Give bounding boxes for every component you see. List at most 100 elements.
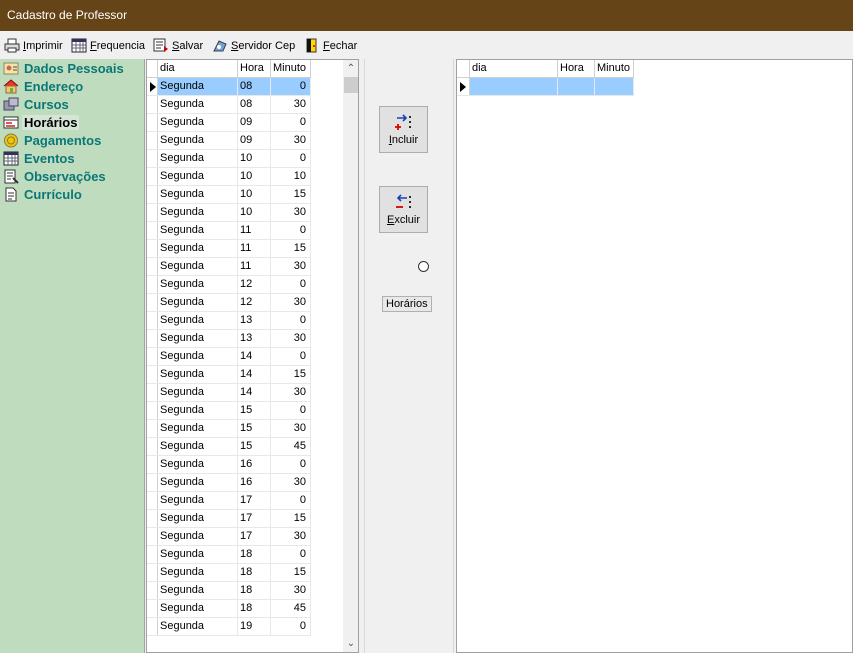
cell-dia[interactable]: Segunda (158, 78, 238, 95)
cell-dia[interactable]: Segunda (158, 528, 238, 545)
table-row[interactable]: Segunda 12 30 (147, 294, 311, 312)
scroll-down-icon[interactable]: ⌄ (343, 635, 358, 652)
cell-minuto[interactable]: 0 (271, 78, 311, 95)
vertical-scrollbar[interactable]: ⌃ ⌄ (343, 60, 358, 652)
cell-hora[interactable]: 17 (238, 510, 271, 527)
table-row[interactable]: Segunda 10 10 (147, 168, 311, 186)
cell-dia[interactable]: Segunda (158, 492, 238, 509)
cell-hora[interactable]: 18 (238, 600, 271, 617)
cell-hora[interactable]: 13 (238, 312, 271, 329)
cell-dia[interactable]: Segunda (158, 600, 238, 617)
cell-hora[interactable]: 12 (238, 294, 271, 311)
cell-dia[interactable]: Segunda (158, 240, 238, 257)
table-row[interactable]: Segunda 10 30 (147, 204, 311, 222)
cell-minuto[interactable]: 30 (271, 384, 311, 401)
cell-hora[interactable]: 11 (238, 222, 271, 239)
cell-dia[interactable]: Segunda (158, 348, 238, 365)
cell-dia[interactable]: Segunda (158, 618, 238, 635)
sidebar-item-pagamentos[interactable]: Pagamentos (3, 132, 101, 149)
cell-dia[interactable]: Segunda (158, 582, 238, 599)
close-button[interactable]: Fechar (304, 37, 357, 54)
scroll-up-icon[interactable]: ⌃ (343, 60, 358, 77)
cell-minuto[interactable]: 0 (271, 402, 311, 419)
cell-minuto[interactable]: 0 (271, 546, 311, 563)
sidebar-item-horarios[interactable]: Horários (3, 114, 80, 131)
cell-hora[interactable]: 08 (238, 96, 271, 113)
cell-minuto[interactable]: 45 (271, 600, 311, 617)
table-row[interactable]: Segunda 17 30 (147, 528, 311, 546)
table-row[interactable]: Segunda 16 30 (147, 474, 311, 492)
cell-hora[interactable]: 09 (238, 114, 271, 131)
frequency-button[interactable]: Frequencia (71, 37, 145, 54)
cell-dia[interactable]: Segunda (158, 366, 238, 383)
table-row[interactable]: Segunda 14 30 (147, 384, 311, 402)
cell-hora[interactable]: 13 (238, 330, 271, 347)
save-button[interactable]: Salvar (153, 37, 203, 54)
table-row[interactable]: Segunda 09 30 (147, 132, 311, 150)
cell-hora[interactable]: 14 (238, 384, 271, 401)
cell-hora[interactable]: 14 (238, 366, 271, 383)
table-row[interactable]: Segunda 10 15 (147, 186, 311, 204)
cell-dia[interactable]: Segunda (158, 384, 238, 401)
table-row[interactable]: Segunda 11 30 (147, 258, 311, 276)
cell-dia[interactable]: Segunda (158, 474, 238, 491)
column-header-dia[interactable]: dia (158, 60, 238, 77)
scroll-thumb[interactable] (344, 77, 358, 93)
table-row[interactable]: Segunda 14 0 (147, 348, 311, 366)
table-row[interactable]: Segunda 08 0 (147, 78, 311, 96)
cell-minuto[interactable]: 30 (271, 582, 311, 599)
cell-dia[interactable]: Segunda (158, 330, 238, 347)
cell-dia[interactable] (470, 78, 558, 95)
sidebar-item-observacoes[interactable]: Observações (3, 168, 106, 185)
cell-minuto[interactable]: 30 (271, 420, 311, 437)
cell-dia[interactable]: Segunda (158, 546, 238, 563)
cell-hora[interactable]: 14 (238, 348, 271, 365)
cell-hora[interactable]: 11 (238, 240, 271, 257)
sidebar-item-dados-pessoais[interactable]: Dados Pessoais (3, 60, 124, 77)
cell-hora[interactable]: 18 (238, 582, 271, 599)
cell-hora[interactable]: 19 (238, 618, 271, 635)
cell-dia[interactable]: Segunda (158, 114, 238, 131)
cell-hora[interactable]: 10 (238, 186, 271, 203)
cell-hora[interactable]: 18 (238, 546, 271, 563)
cell-dia[interactable]: Segunda (158, 510, 238, 527)
table-row[interactable]: Segunda 19 0 (147, 618, 311, 636)
cell-minuto[interactable]: 15 (271, 510, 311, 527)
cell-dia[interactable]: Segunda (158, 564, 238, 581)
cell-minuto[interactable]: 30 (271, 204, 311, 221)
cell-dia[interactable]: Segunda (158, 276, 238, 293)
cell-minuto[interactable]: 0 (271, 348, 311, 365)
cell-dia[interactable]: Segunda (158, 150, 238, 167)
table-row[interactable]: Segunda 11 15 (147, 240, 311, 258)
cell-minuto[interactable]: 30 (271, 294, 311, 311)
table-row[interactable]: Segunda 15 45 (147, 438, 311, 456)
cell-dia[interactable]: Segunda (158, 96, 238, 113)
horarios-selected-grid[interactable]: dia Hora Minuto (456, 59, 853, 653)
cell-minuto[interactable]: 45 (271, 438, 311, 455)
cell-minuto[interactable]: 30 (271, 258, 311, 275)
column-header-hora[interactable]: Hora (558, 60, 595, 77)
horarios-available-grid[interactable]: dia Hora Minuto Segunda 08 0 Segunda 08 30 Seg… (146, 59, 359, 653)
cell-hora[interactable]: 15 (238, 420, 271, 437)
column-header-minuto[interactable]: Minuto (595, 60, 634, 77)
cell-dia[interactable]: Segunda (158, 222, 238, 239)
cell-dia[interactable]: Segunda (158, 204, 238, 221)
cell-minuto[interactable]: 0 (271, 456, 311, 473)
cell-dia[interactable]: Segunda (158, 438, 238, 455)
include-button[interactable]: Incluir (379, 106, 428, 153)
cell-dia[interactable]: Segunda (158, 132, 238, 149)
table-row[interactable]: Segunda 16 0 (147, 456, 311, 474)
cell-hora[interactable]: 10 (238, 168, 271, 185)
column-header-dia[interactable]: dia (470, 60, 558, 77)
cell-hora[interactable]: 11 (238, 258, 271, 275)
table-row[interactable]: Segunda 10 0 (147, 150, 311, 168)
table-row[interactable]: Segunda 14 15 (147, 366, 311, 384)
cell-dia[interactable]: Segunda (158, 420, 238, 437)
cell-minuto[interactable]: 30 (271, 474, 311, 491)
cell-hora[interactable]: 16 (238, 474, 271, 491)
cell-minuto[interactable]: 0 (271, 492, 311, 509)
table-row[interactable] (457, 78, 634, 96)
table-row[interactable]: Segunda 17 0 (147, 492, 311, 510)
cell-dia[interactable]: Segunda (158, 186, 238, 203)
table-row[interactable]: Segunda 18 15 (147, 564, 311, 582)
